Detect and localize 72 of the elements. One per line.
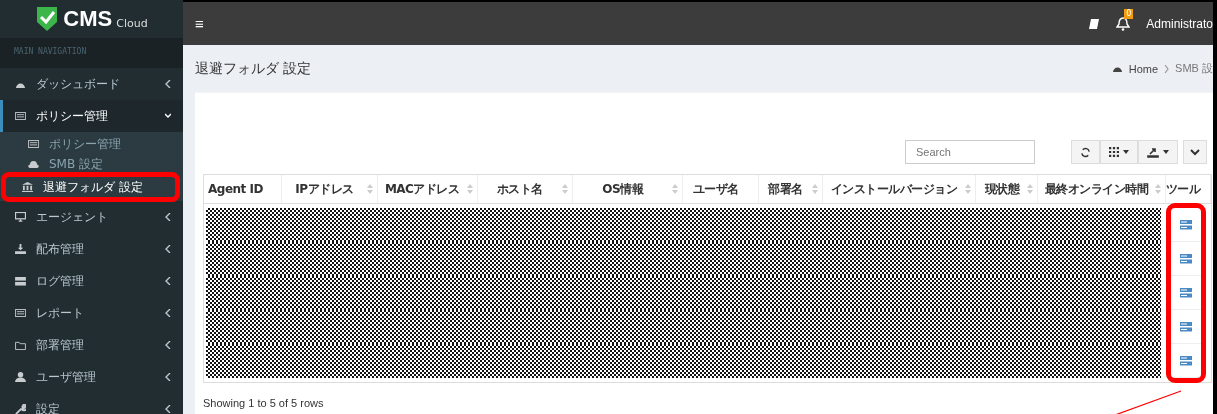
menu-button[interactable]: ≡ — [195, 15, 204, 32]
refresh-button[interactable] — [1071, 140, 1100, 164]
sidebar-item[interactable]: エージェント — [0, 201, 183, 233]
refresh-icon — [1080, 146, 1091, 158]
chevron-left-icon — [165, 373, 171, 381]
sidebar-item[interactable]: ログ管理 — [0, 265, 183, 297]
column-header[interactable]: 現状態 — [976, 175, 1039, 203]
user-menu[interactable]: Administrato — [1146, 16, 1213, 31]
column-header[interactable]: インストールバージョン — [822, 175, 977, 203]
server-icon[interactable] — [1180, 321, 1192, 332]
bell-icon[interactable] — [1116, 16, 1131, 31]
export-button[interactable] — [1138, 140, 1178, 164]
server-icon[interactable] — [1180, 253, 1192, 264]
chevron-left-icon — [165, 245, 171, 253]
chevron-left-icon — [165, 213, 171, 221]
sidebar-item[interactable]: 設定 — [0, 393, 183, 414]
card-icon — [28, 140, 39, 148]
download-icon — [15, 244, 26, 254]
sidebar-item[interactable]: ユーザ管理 — [0, 361, 183, 393]
shield-check-icon — [35, 6, 60, 32]
server-icon — [15, 276, 26, 286]
column-header[interactable]: ツール — [1166, 175, 1211, 203]
cloud-icon — [28, 160, 39, 168]
chevron-left-icon — [165, 405, 171, 413]
sidebar-item[interactable]: ダッシュボード — [0, 68, 183, 100]
caret-icon — [1123, 150, 1129, 154]
sidebar-subitem[interactable]: ポリシー管理 — [6, 134, 175, 154]
chevron-right-icon — [1164, 64, 1170, 73]
page-title: 退避フォルダ 設定 — [195, 59, 313, 78]
nav-header: MAIN NAVIGATION — [0, 38, 183, 68]
chevron-down-icon — [165, 112, 171, 120]
monitor-icon — [15, 212, 26, 222]
logo-text: CMS — [63, 6, 113, 32]
chevron-left-icon — [165, 80, 171, 88]
server-icon[interactable] — [1180, 287, 1192, 298]
chevron-left-icon — [165, 341, 171, 349]
wrench-icon — [15, 403, 26, 414]
chevron-left-icon — [165, 309, 171, 317]
column-header[interactable]: ユーザ名 — [683, 175, 759, 203]
caret-icon — [1163, 150, 1169, 154]
column-header[interactable]: IPアドレス — [282, 175, 378, 203]
search-field[interactable]: Search — [905, 140, 1035, 164]
column-header[interactable]: MACアドレス — [377, 175, 478, 203]
folder-icon — [15, 340, 26, 350]
breadcrumb-link[interactable]: SMB 設 — [1175, 61, 1213, 76]
card-icon — [15, 309, 26, 317]
pagination-info: Showing 1 to 5 of 5 rows — [203, 397, 325, 409]
column-header[interactable]: 最終オンライン時間 — [1038, 175, 1166, 203]
sidebar-item[interactable]: 配布管理 — [0, 233, 183, 265]
sidebar-item[interactable]: 部署管理 — [0, 329, 183, 361]
server-icon[interactable] — [1180, 219, 1192, 230]
column-header[interactable]: Agent ID — [204, 175, 282, 203]
column-header[interactable]: 部署名 — [758, 175, 823, 203]
logo-subtext: Cloud — [116, 16, 148, 30]
sidebar-item[interactable]: レポート — [0, 297, 183, 329]
column-header[interactable]: OS情報 — [573, 175, 684, 203]
dropdown-button[interactable] — [1183, 140, 1207, 164]
sidebar-item[interactable]: ポリシー管理 — [0, 100, 183, 132]
columns-button[interactable] — [1100, 140, 1138, 164]
notification-badge: 0 — [1124, 8, 1134, 19]
export-icon — [1147, 146, 1159, 158]
chevron-down-icon — [1190, 148, 1200, 156]
breadcrumb-link[interactable]: Home — [1128, 62, 1159, 75]
server-icon[interactable] — [1180, 355, 1192, 366]
user-icon — [15, 372, 26, 382]
card-icon — [15, 112, 26, 120]
grid-icon — [1109, 147, 1119, 157]
sidebar-subitem[interactable]: SMB 設定 — [6, 154, 175, 174]
chevron-left-icon — [165, 277, 171, 285]
bank-icon — [22, 182, 33, 192]
sidebar-subitem[interactable]: 退避フォルダ 設定 — [6, 177, 175, 197]
column-header[interactable]: ホスト名 — [477, 175, 574, 203]
